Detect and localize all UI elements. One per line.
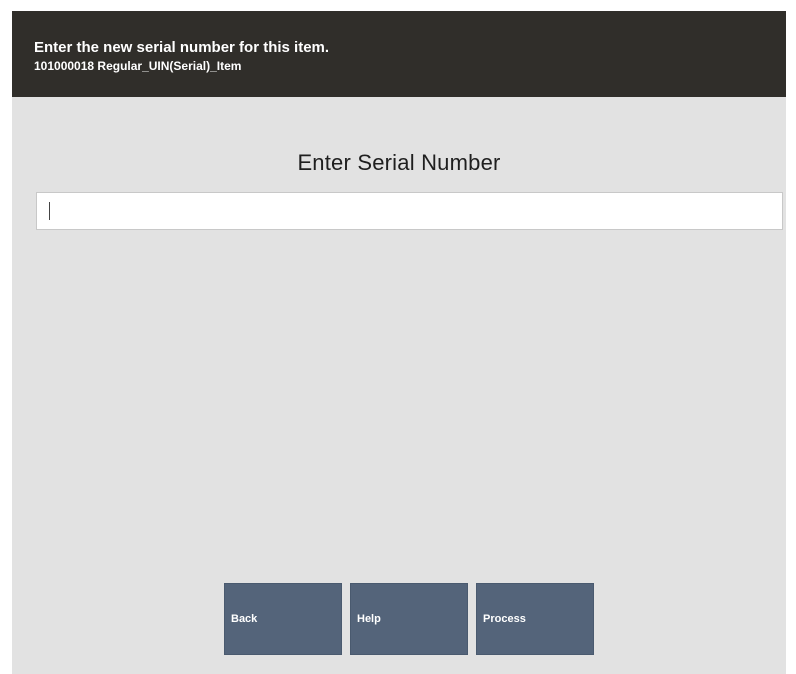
text-cursor xyxy=(49,202,50,220)
page-title: Enter Serial Number xyxy=(297,150,501,175)
process-button-label: Process xyxy=(483,612,526,625)
process-button[interactable]: Process xyxy=(476,583,594,655)
serial-number-input[interactable] xyxy=(36,192,783,230)
instruction-text: Enter the new serial number for this ite… xyxy=(34,39,330,56)
back-button-label: Back xyxy=(231,612,258,625)
help-button-label: Help xyxy=(357,612,381,625)
back-button[interactable]: Back xyxy=(224,583,342,655)
prompt-header: Enter the new serial number for this ite… xyxy=(12,11,786,97)
help-button[interactable]: Help xyxy=(350,583,468,655)
item-description: 101000018 Regular_UIN(Serial)_Item xyxy=(34,59,242,73)
app-window: Enter the new serial number for this ite… xyxy=(12,11,786,674)
